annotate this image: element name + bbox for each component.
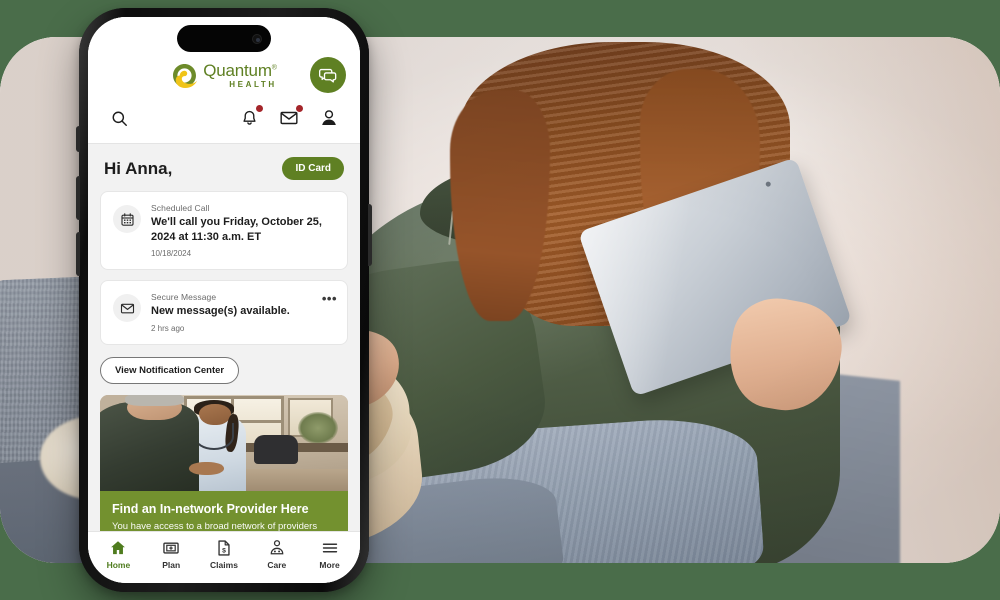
logo-word: Quantum® [203, 60, 277, 80]
search-icon [112, 111, 127, 126]
notification-card-scheduled-call[interactable]: Scheduled Call We'll call you Friday, Oc… [100, 191, 348, 271]
hamburger-icon [322, 543, 337, 553]
nav-label: Claims [210, 560, 238, 570]
id-card-button[interactable]: ID Card [282, 157, 344, 180]
search-button[interactable] [106, 105, 132, 131]
dynamic-island [177, 25, 271, 52]
logo-wordmark: Quantum® HEALTH [203, 62, 277, 89]
people-icon [270, 540, 284, 555]
quantum-health-logo: Quantum® HEALTH [171, 62, 277, 89]
nav-item-care[interactable]: Care [250, 539, 303, 570]
phone-volume-down-button[interactable] [76, 232, 80, 276]
logo-subtitle: HEALTH [229, 79, 277, 89]
nav-item-claims[interactable]: $ Claims [198, 539, 251, 570]
front-camera-icon [252, 33, 262, 44]
phone-volume-up-button[interactable] [76, 176, 80, 220]
nav-label: Care [267, 560, 287, 570]
card-kicker: Secure Message [151, 292, 217, 303]
nav-item-more[interactable]: More [303, 539, 356, 570]
card-meta: 2 hrs ago [151, 323, 185, 333]
logo-row: Quantum® HEALTH [88, 55, 360, 95]
envelope-icon [113, 294, 141, 323]
message-badge [295, 104, 304, 113]
nav-item-plan[interactable]: Plan [145, 539, 198, 570]
nav-label: Plan [162, 560, 181, 570]
svg-text:$: $ [222, 548, 226, 555]
card-title: New message(s) available. [151, 305, 290, 318]
card-kicker: Scheduled Call [151, 203, 210, 213]
header-icon-row [88, 95, 360, 144]
view-notification-center-button[interactable]: View Notification Center [100, 356, 240, 384]
phone-power-button[interactable] [368, 204, 372, 266]
promo-chair [253, 434, 299, 464]
screenshot-stage: Quantum® HEALTH Hi Anna, ID Card Schedul… [0, 0, 1000, 600]
app-root: Quantum® HEALTH Hi Anna, ID Card Schedul… [88, 17, 360, 583]
promo-image [100, 394, 348, 491]
bottom-navigation: Home Plan $ Claims Care More [88, 531, 360, 583]
promo-handshake [189, 461, 224, 476]
phone-mockup: Quantum® HEALTH Hi Anna, ID Card Schedul… [76, 8, 372, 592]
app-content[interactable]: Scheduled Call We'll call you Friday, Oc… [88, 191, 360, 531]
phone-silent-switch[interactable] [76, 126, 80, 152]
card-overflow-menu-icon[interactable]: ••• [322, 292, 337, 305]
person-icon [322, 110, 336, 125]
notification-card-secure-message[interactable]: Secure Message New message(s) available.… [100, 280, 348, 345]
calendar-icon [113, 205, 141, 233]
nav-item-home[interactable]: Home [92, 539, 145, 570]
profile-button[interactable] [316, 105, 342, 131]
chat-button[interactable] [310, 57, 346, 93]
promo-card[interactable]: Find an In-network Provider Here You hav… [100, 394, 348, 531]
card-body: Secure Message New message(s) available.… [151, 292, 335, 333]
notification-badge [255, 104, 264, 113]
quantum-q-icon [171, 62, 198, 89]
document-dollar-icon: $ [218, 540, 230, 556]
promo-body: You have access to a broad network of pr… [112, 520, 318, 531]
messages-button[interactable] [276, 104, 304, 131]
logo-trademark: ® [271, 63, 277, 71]
nav-label: More [319, 560, 340, 570]
home-icon [111, 541, 126, 555]
promo-text-band: Find an In-network Provider Here You hav… [100, 490, 348, 531]
promo-patient-hair [124, 394, 185, 407]
card-meta: 10/18/2024 [151, 249, 192, 259]
nav-label: Home [106, 560, 131, 570]
card-body: Scheduled Call We'll call you Friday, Oc… [151, 203, 335, 258]
id-card-icon [163, 542, 179, 554]
greeting-text: Hi Anna, [104, 158, 173, 178]
promo-heading: Find an In-network Provider Here [112, 501, 309, 516]
phone-screen: Quantum® HEALTH Hi Anna, ID Card Schedul… [88, 17, 360, 583]
notifications-button[interactable] [236, 104, 264, 131]
promo-stethoscope [194, 423, 234, 451]
card-title: We'll call you Friday, October 25, 2024 … [151, 216, 322, 243]
greeting-row: Hi Anna, ID Card [88, 144, 360, 191]
chat-bubbles-icon [319, 68, 337, 83]
